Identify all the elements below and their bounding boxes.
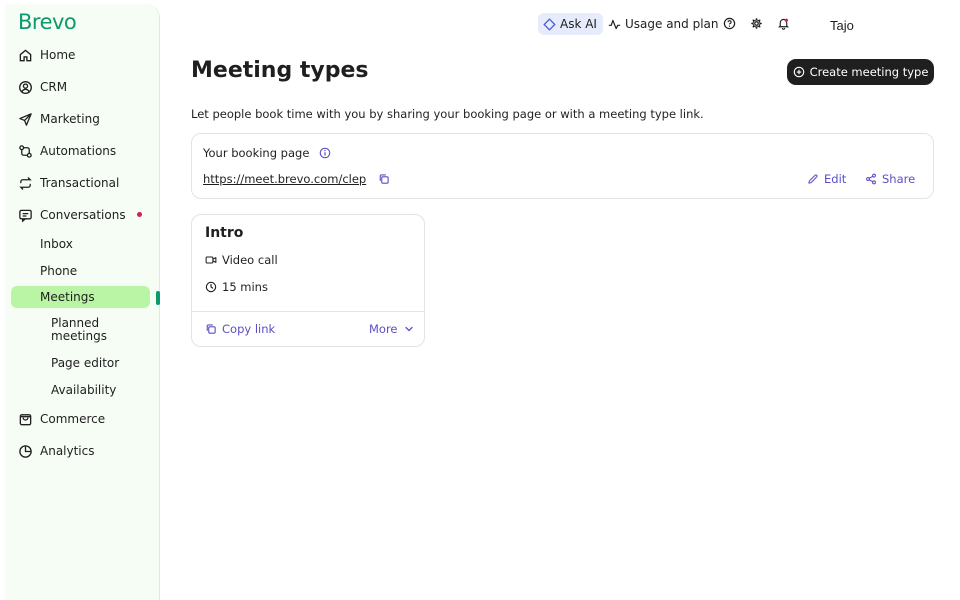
automation-icon bbox=[18, 144, 33, 159]
share-icon bbox=[866, 173, 876, 185]
booking-page-label: Your booking page bbox=[203, 146, 310, 160]
sidebar-item-analytics[interactable]: Analytics bbox=[18, 440, 95, 462]
copy-icon[interactable] bbox=[378, 173, 390, 185]
chat-icon bbox=[18, 208, 33, 223]
sidebar-item-label: Commerce bbox=[40, 412, 106, 426]
contacts-icon bbox=[18, 80, 33, 95]
sidebar-item-planned-meetings[interactable]: Planned meetings bbox=[51, 317, 131, 343]
sidebar-item-crm[interactable]: CRM bbox=[18, 76, 67, 98]
ask-ai-label: Ask AI bbox=[560, 17, 597, 31]
edit-booking-page-button[interactable]: Edit bbox=[807, 172, 846, 186]
sidebar-item-label: Automations bbox=[40, 144, 117, 158]
sidebar-item-page-editor[interactable]: Page editor bbox=[51, 357, 119, 370]
sidebar-item-home[interactable]: Home bbox=[18, 44, 75, 66]
sparkle-icon bbox=[543, 17, 556, 31]
help-button[interactable] bbox=[722, 16, 736, 30]
meeting-duration: 15 mins bbox=[222, 280, 268, 294]
page-description: Let people book time with you by sharing… bbox=[191, 107, 704, 121]
help-icon bbox=[723, 17, 735, 29]
sidebar-item-inbox[interactable]: Inbox bbox=[40, 238, 73, 251]
create-button-label: Create meeting type bbox=[809, 65, 929, 79]
meeting-duration-row: 15 mins bbox=[205, 280, 268, 294]
bell-icon bbox=[777, 18, 789, 30]
booking-page-label-row: Your booking page bbox=[203, 146, 331, 160]
edit-label: Edit bbox=[824, 172, 847, 186]
page-title: Meeting types bbox=[191, 58, 369, 83]
send-icon bbox=[18, 112, 33, 127]
sidebar-item-label: Home bbox=[40, 48, 76, 62]
meeting-location-row: Video call bbox=[205, 253, 278, 267]
meeting-type-title: Intro bbox=[205, 225, 244, 241]
notification-dot bbox=[137, 212, 142, 217]
settings-button[interactable] bbox=[749, 16, 763, 30]
sidebar-item-label: Conversations bbox=[40, 208, 126, 222]
usage-and-plan-button[interactable]: Usage and plan bbox=[608, 13, 719, 35]
sidebar-item-label: CRM bbox=[40, 80, 68, 94]
sidebar-item-label: Marketing bbox=[40, 112, 100, 126]
bag-icon bbox=[18, 412, 33, 427]
info-icon[interactable] bbox=[319, 147, 331, 159]
sidebar-item-commerce[interactable]: Commerce bbox=[18, 408, 105, 430]
video-icon bbox=[205, 256, 217, 264]
share-label: Share bbox=[882, 172, 916, 186]
usage-label: Usage and plan bbox=[625, 17, 719, 31]
copy-link-button[interactable]: Copy link bbox=[205, 322, 275, 336]
sidebar-item-transactional[interactable]: Transactional bbox=[18, 172, 119, 194]
sidebar-item-meetings[interactable]: Meetings bbox=[40, 291, 95, 304]
chevron-down-icon bbox=[404, 326, 413, 332]
create-meeting-type-button[interactable]: Create meeting type bbox=[787, 59, 934, 85]
notifications-button[interactable] bbox=[776, 16, 790, 30]
pencil-icon bbox=[808, 174, 818, 184]
sidebar-item-phone[interactable]: Phone bbox=[40, 265, 77, 278]
repeat-icon bbox=[18, 176, 33, 191]
meeting-location: Video call bbox=[222, 253, 278, 267]
clock-icon bbox=[205, 281, 217, 293]
activity-icon bbox=[608, 19, 621, 29]
brevo-logo[interactable]: Brevo bbox=[18, 10, 77, 34]
copy-link-label: Copy link bbox=[222, 322, 276, 336]
sidebar-item-conversations[interactable]: Conversations bbox=[18, 204, 126, 226]
sidebar-item-label: Transactional bbox=[40, 176, 120, 190]
booking-page-url[interactable]: https://meet.brevo.com/clep bbox=[203, 172, 366, 186]
user-menu[interactable]: Tajo bbox=[830, 18, 854, 33]
meeting-type-card[interactable]: Intro Video call 15 mins Copy link More bbox=[191, 214, 425, 347]
booking-page-url-row: https://meet.brevo.com/clep bbox=[203, 172, 390, 186]
sidebar-item-automations[interactable]: Automations bbox=[18, 140, 116, 162]
ask-ai-button[interactable]: Ask AI bbox=[538, 13, 603, 35]
active-indicator bbox=[156, 291, 160, 305]
sidebar-item-marketing[interactable]: Marketing bbox=[18, 108, 100, 130]
booking-page-card: Your booking page https://meet.brevo.com… bbox=[191, 133, 934, 199]
gear-icon bbox=[750, 17, 762, 29]
sidebar-item-label: Analytics bbox=[40, 444, 95, 458]
share-booking-page-button[interactable]: Share bbox=[865, 172, 915, 186]
sidebar: Brevo Home CRM Marketing Automations Tra… bbox=[5, 4, 160, 600]
home-icon bbox=[18, 48, 33, 63]
card-divider bbox=[192, 311, 424, 312]
more-label: More bbox=[369, 322, 398, 336]
plus-circle-icon bbox=[793, 66, 804, 78]
pie-chart-icon bbox=[18, 444, 33, 459]
more-menu-button[interactable]: More bbox=[369, 322, 415, 336]
copy-icon bbox=[206, 324, 216, 334]
sidebar-item-availability[interactable]: Availability bbox=[51, 384, 116, 397]
